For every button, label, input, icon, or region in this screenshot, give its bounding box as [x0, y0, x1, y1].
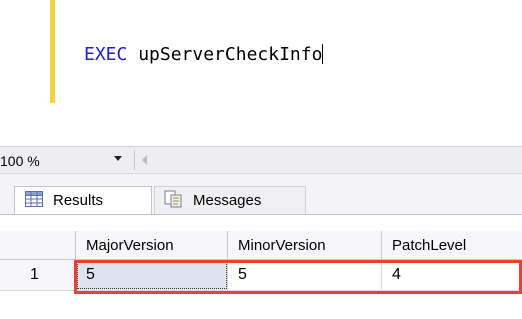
- tab-messages[interactable]: Messages: [154, 186, 306, 214]
- column-header[interactable]: MajorVersion: [76, 231, 228, 259]
- text-caret: [322, 44, 324, 64]
- document-icon: [163, 190, 183, 212]
- table-cell[interactable]: 5: [228, 260, 382, 290]
- procedure-name: upServerCheckInfo: [127, 44, 323, 65]
- zoom-value: 100 %: [0, 153, 40, 169]
- column-header[interactable]: PatchLevel: [382, 231, 522, 259]
- code-line[interactable]: EXEC upServerCheckInfo: [84, 44, 324, 66]
- row-number-header: [0, 231, 76, 259]
- tab-messages-label: Messages: [193, 192, 262, 209]
- change-marker-bar: [50, 0, 55, 103]
- query-editor[interactable]: EXEC upServerCheckInfo: [0, 0, 522, 146]
- divider: [134, 150, 135, 170]
- table-row: 1 5 5 4: [0, 260, 522, 291]
- chevron-down-icon[interactable]: [114, 156, 122, 161]
- table-cell[interactable]: 4: [382, 260, 522, 290]
- grid-header: MajorVersion MinorVersion PatchLevel: [0, 231, 522, 260]
- grid-icon: [25, 190, 43, 211]
- column-header[interactable]: MinorVersion: [228, 231, 382, 259]
- zoom-dropdown[interactable]: 100 %: [0, 150, 130, 172]
- exec-keyword: EXEC: [84, 44, 128, 65]
- tab-results-label: Results: [53, 192, 104, 209]
- scroll-left-icon[interactable]: [142, 155, 147, 165]
- row-number[interactable]: 1: [0, 260, 76, 290]
- results-grid: MajorVersion MinorVersion PatchLevel 1 5…: [0, 214, 522, 319]
- zoom-bar: 100 %: [0, 146, 522, 174]
- tab-results[interactable]: Results: [14, 186, 152, 214]
- table-cell[interactable]: 5: [76, 260, 228, 290]
